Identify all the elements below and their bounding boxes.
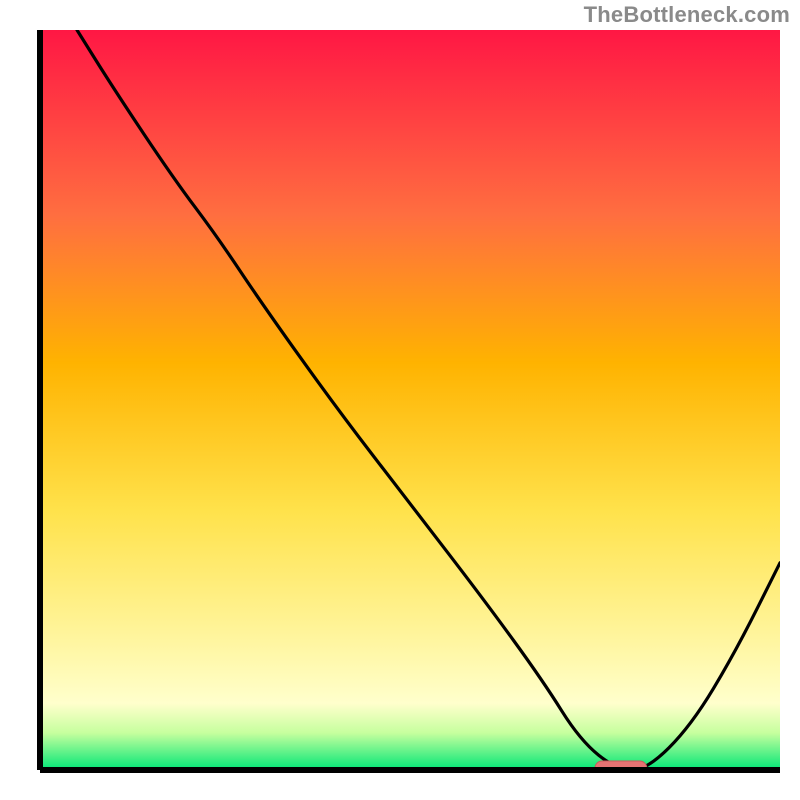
plot-background [40,30,780,770]
watermark-text: TheBottleneck.com [584,2,790,28]
bottleneck-chart [0,0,800,800]
